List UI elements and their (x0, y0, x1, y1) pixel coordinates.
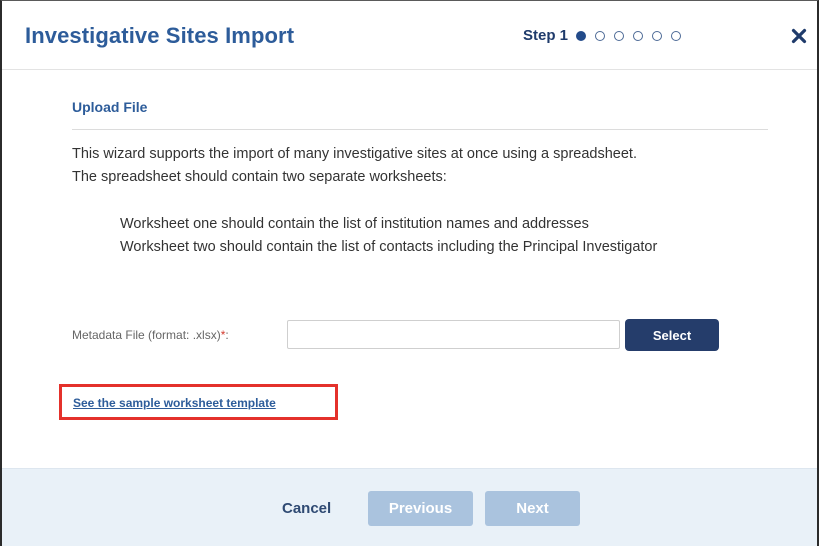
label-colon: : (225, 328, 229, 342)
dialog-title: Investigative Sites Import (25, 23, 295, 48)
metadata-file-label: Metadata File (format: .xlsx)*: (72, 328, 229, 342)
sample-template-link[interactable]: See the sample worksheet template (73, 396, 276, 410)
description-line-2: The spreadsheet should contain two separ… (72, 169, 447, 185)
cancel-button[interactable]: Cancel (282, 500, 331, 517)
metadata-file-label-text: Metadata File (format: .xlsx) (72, 328, 221, 342)
step-indicator: Step 1 (523, 27, 690, 44)
step-dot-3 (614, 30, 625, 41)
worksheet-two-text: Worksheet two should contain the list of… (120, 239, 658, 255)
dialog-footer: Cancel Previous Next (2, 468, 817, 546)
step-dot-1 (576, 30, 587, 41)
step-dot-5 (652, 30, 663, 41)
section-divider (72, 129, 768, 130)
dialog-header: Investigative Sites Import Step 1 (2, 1, 817, 70)
step-dot-6 (671, 30, 682, 41)
import-dialog: Investigative Sites Import Step 1 Upload… (0, 0, 819, 546)
previous-button[interactable]: Previous (368, 491, 473, 526)
close-icon (791, 28, 807, 44)
next-button[interactable]: Next (485, 491, 580, 526)
step-dot-4 (633, 30, 644, 41)
description-line-1: This wizard supports the import of many … (72, 146, 637, 162)
select-file-button[interactable]: Select (625, 319, 719, 351)
section-title: Upload File (72, 99, 148, 115)
metadata-file-input[interactable] (287, 320, 620, 349)
step-label: Step 1 (523, 27, 569, 44)
worksheet-one-text: Worksheet one should contain the list of… (120, 216, 589, 232)
step-dot-2 (595, 30, 606, 41)
close-button[interactable] (790, 27, 808, 45)
